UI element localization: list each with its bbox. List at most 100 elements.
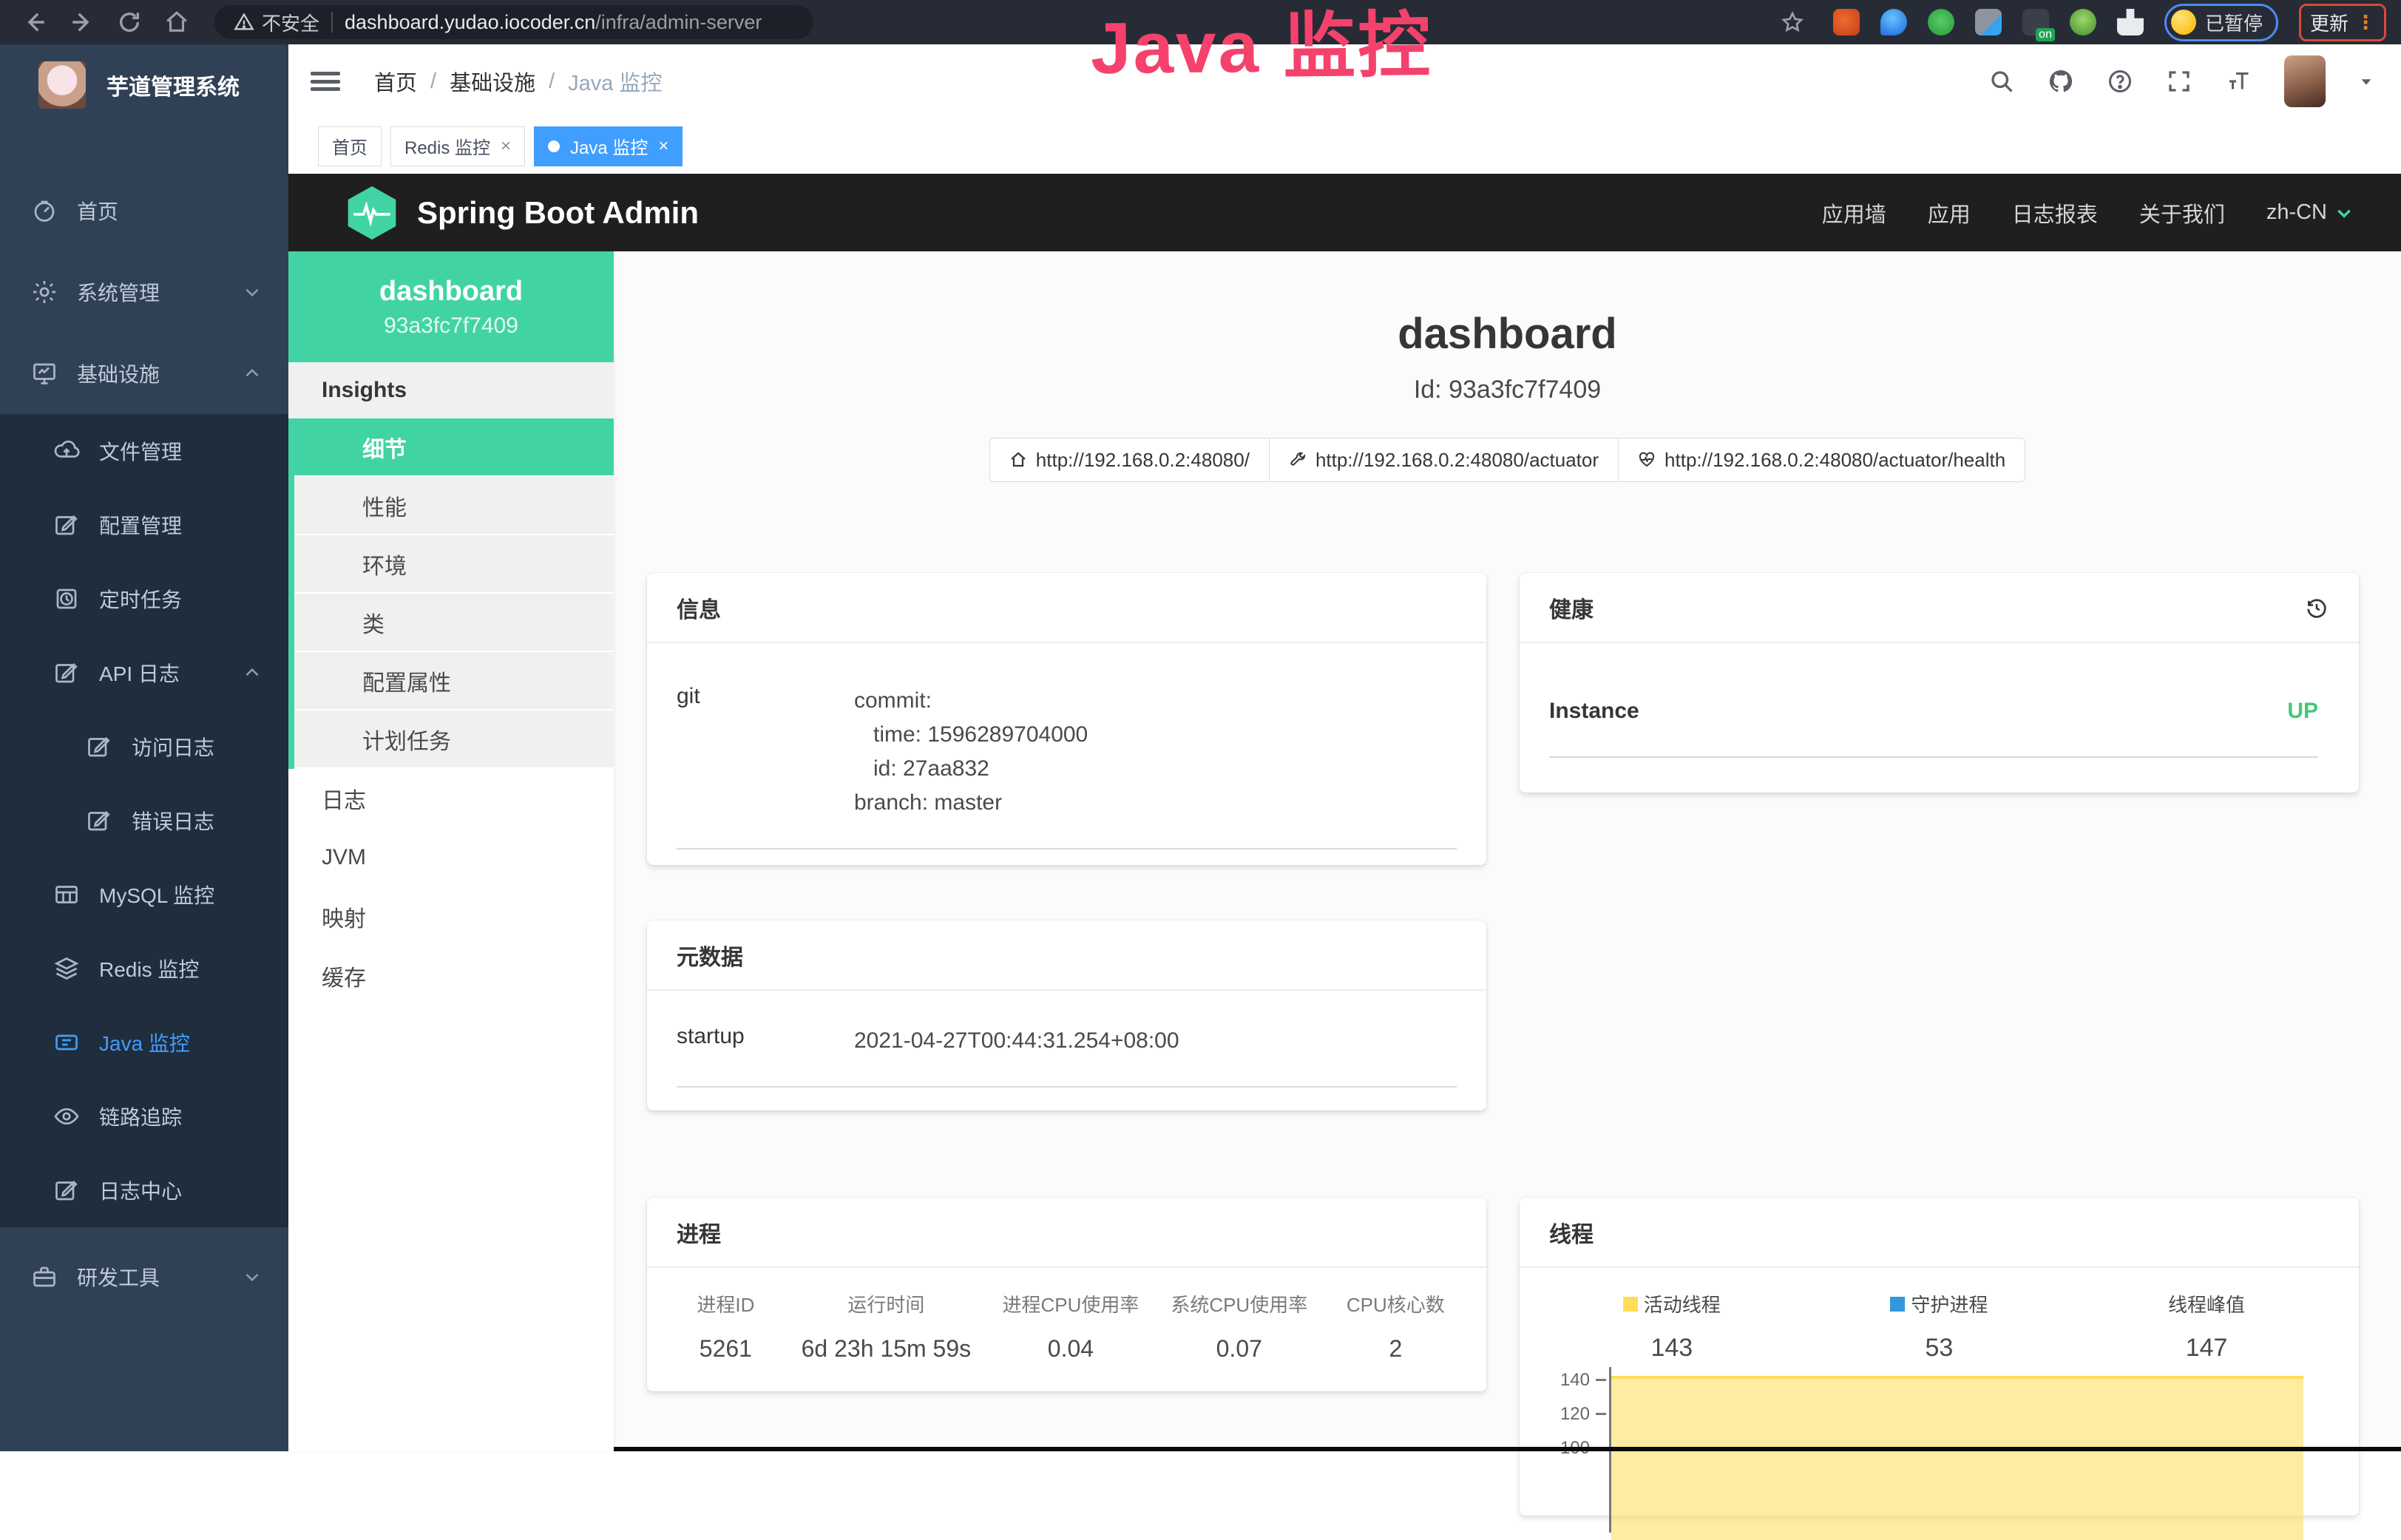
sidebar-item-scheduled-jobs[interactable]: 定时任务 <box>0 562 288 636</box>
sidebar-item-config-manage[interactable]: 配置管理 <box>0 488 288 562</box>
sba-nav-journal[interactable]: 日志报表 <box>2012 197 2098 228</box>
fullscreen-icon[interactable] <box>2166 68 2192 95</box>
layers-icon <box>53 955 80 982</box>
threads-card: 线程 活动线程 守护进程 线程峰值 <box>1520 1198 2359 1516</box>
tab-java-monitor[interactable]: Java 监控 × <box>534 126 683 166</box>
sba-section-insights: Insights <box>288 362 614 418</box>
sba-item-mappings[interactable]: 映射 <box>288 887 614 946</box>
help-icon[interactable] <box>2107 68 2133 95</box>
font-size-icon[interactable] <box>2225 68 2252 95</box>
instance-id: 93a3fc7f7409 <box>384 313 518 339</box>
sba-item-jvm[interactable]: JVM <box>288 828 614 887</box>
sba-item-scheduled-tasks[interactable]: 计划任务 <box>294 710 614 769</box>
threads-values-row: 143 53 147 <box>1538 1317 2340 1363</box>
active-tab-dot <box>548 140 560 152</box>
sidebar-item-infrastructure[interactable]: 基础设施 <box>0 333 288 414</box>
process-card-header: 进程 <box>647 1198 1486 1268</box>
search-icon[interactable] <box>1988 68 2015 95</box>
legend-daemon-threads: 守护进程 <box>1890 1290 1988 1317</box>
sba-item-logs[interactable]: 日志 <box>288 769 614 828</box>
app-logo-image <box>38 61 86 109</box>
edit-square-icon <box>53 512 80 538</box>
forward-icon[interactable] <box>62 6 102 38</box>
threads-legend-row: 活动线程 守护进程 线程峰值 <box>1538 1290 2340 1317</box>
instance-name: dashboard <box>379 276 523 308</box>
cloud-upload-icon <box>53 438 80 464</box>
sba-item-environment[interactable]: 环境 <box>294 535 614 594</box>
sba-item-caches[interactable]: 缓存 <box>288 946 614 1005</box>
sidebar-item-file-manage[interactable]: 文件管理 <box>0 414 288 488</box>
health-url-button[interactable]: http://192.168.0.2:48080/actuator/health <box>1618 438 2025 482</box>
security-label: 不安全 <box>262 9 319 36</box>
sba-item-classes[interactable]: 类 <box>294 594 614 652</box>
sba-nav-applications[interactable]: 应用 <box>1928 197 1971 228</box>
close-icon[interactable]: × <box>501 136 511 157</box>
process-card: 进程 进程ID 运行时间 进程CPU使用率 系统CPU使用率 CPU核心数 52… <box>647 1198 1486 1391</box>
sba-nav-wallboard[interactable]: 应用墙 <box>1822 197 1886 228</box>
user-avatar[interactable] <box>2284 55 2326 107</box>
sidebar-item-redis-monitor[interactable]: Redis 监控 <box>0 932 288 1005</box>
sidebar-item-api-log[interactable]: API 日志 <box>0 636 288 710</box>
spring-boot-admin-logo[interactable] <box>346 185 398 241</box>
chevron-up-icon <box>243 364 262 383</box>
metadata-card-header: 元数据 <box>647 920 1486 991</box>
chevron-down-icon <box>2334 203 2354 223</box>
caret-down-icon[interactable] <box>2358 73 2374 89</box>
sidebar-item-dev-tools[interactable]: 研发工具 <box>0 1236 288 1317</box>
close-icon[interactable]: × <box>658 136 668 157</box>
back-icon[interactable] <box>15 6 55 38</box>
sidebar-item-tracing[interactable]: 链路追踪 <box>0 1079 288 1153</box>
edit-square-icon <box>53 1177 80 1204</box>
reload-icon[interactable] <box>109 6 149 38</box>
sidebar-item-access-log[interactable]: 访问日志 <box>0 710 288 784</box>
sidebar-item-log-center[interactable]: 日志中心 <box>0 1153 288 1227</box>
sba-nav-language[interactable]: zh-CN <box>2266 200 2354 225</box>
extension-icon[interactable]: on <box>2022 9 2049 35</box>
service-url-button[interactable]: http://192.168.0.2:48080/ <box>989 438 1270 482</box>
sidebar-item-java-monitor[interactable]: Java 监控 <box>0 1005 288 1079</box>
tab-home[interactable]: 首页 <box>318 126 382 166</box>
tab-redis-monitor[interactable]: Redis 监控 × <box>390 126 525 166</box>
hamburger-icon[interactable] <box>311 69 340 94</box>
sba-brand-title[interactable]: Spring Boot Admin <box>417 195 699 231</box>
github-icon[interactable] <box>2048 68 2074 95</box>
extension-icon[interactable] <box>1928 9 1954 35</box>
sidebar-item-home[interactable]: 首页 <box>0 170 288 251</box>
history-icon[interactable] <box>2304 595 2329 620</box>
sba-item-metrics[interactable]: 性能 <box>294 477 614 535</box>
url-text: dashboard.yudao.iocoder.cn/infra/admin-s… <box>345 11 762 34</box>
wrench-icon <box>1289 451 1307 469</box>
home-icon[interactable] <box>157 6 197 38</box>
extension-icon[interactable] <box>1975 9 2002 35</box>
update-browser-button[interactable]: 更新 ⋮ <box>2299 4 2386 41</box>
breadcrumb-current: Java 监控 <box>568 66 662 97</box>
address-bar[interactable]: 不安全 dashboard.yudao.iocoder.cn/infra/adm… <box>214 5 813 39</box>
puzzle-extensions-icon[interactable] <box>2117 9 2144 35</box>
chevron-down-icon <box>243 282 262 302</box>
instance-header[interactable]: dashboard 93a3fc7f7409 <box>288 251 614 362</box>
sidebar-item-error-log[interactable]: 错误日志 <box>0 784 288 858</box>
git-commit-details: commit: time: 1596289704000 id: 27aa832 … <box>854 684 1088 820</box>
breadcrumb-home[interactable]: 首页 <box>374 66 417 97</box>
app-logo-row[interactable]: 芋道管理系统 <box>0 44 288 126</box>
extension-icon[interactable] <box>1880 9 1907 35</box>
browser-extensions: on 已暂停 更新 ⋮ <box>1772 4 2386 41</box>
sba-item-config-props[interactable]: 配置属性 <box>294 652 614 710</box>
sidebar-item-system[interactable]: 系统管理 <box>0 251 288 333</box>
paused-profile-chip[interactable]: 已暂停 <box>2164 4 2278 41</box>
update-label: 更新 <box>2310 9 2348 36</box>
monitor-icon <box>31 360 58 387</box>
sba-item-details[interactable]: 细节 <box>294 418 614 477</box>
bookmark-star-icon[interactable] <box>1772 6 1812 38</box>
tick-mark <box>1596 1379 1606 1381</box>
extension-icon[interactable] <box>1833 9 1860 35</box>
sba-nav-about[interactable]: 关于我们 <box>2139 197 2225 228</box>
actuator-url-button[interactable]: http://192.168.0.2:48080/actuator <box>1269 438 1619 482</box>
sidebar-item-mysql-monitor[interactable]: MySQL 监控 <box>0 858 288 932</box>
health-card: 健康 Instance UP <box>1520 573 2359 793</box>
status-badge: UP <box>2287 699 2318 724</box>
info-card-body: git commit: time: 1596289704000 id: 27aa… <box>647 643 1486 849</box>
breadcrumb-infra[interactable]: 基础设施 <box>450 66 535 97</box>
security-warning[interactable]: 不安全 <box>234 9 319 36</box>
extension-icon[interactable] <box>2070 9 2096 35</box>
